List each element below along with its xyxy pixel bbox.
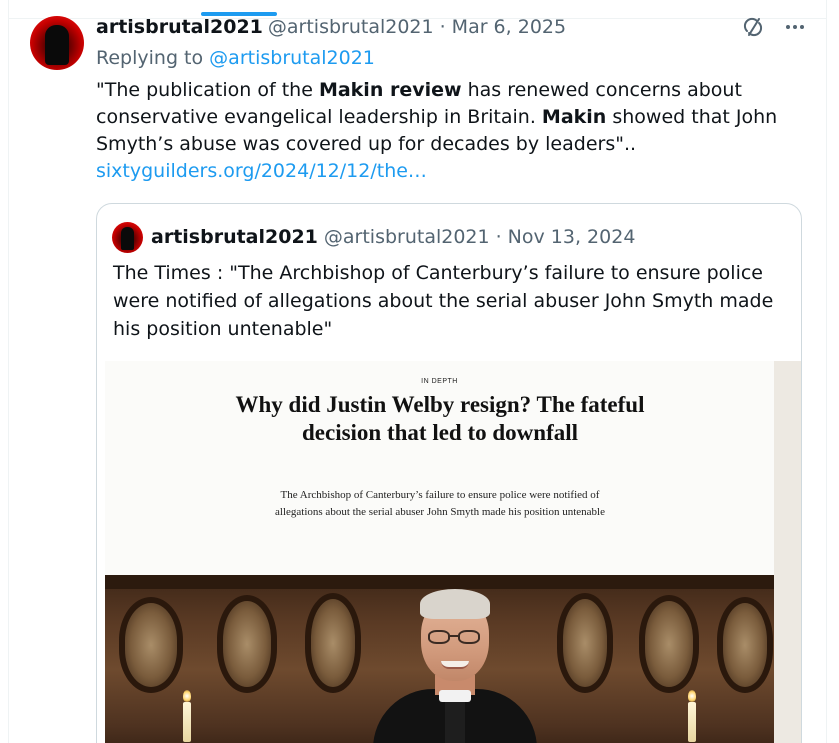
article-kicker: IN DEPTH	[421, 378, 458, 385]
clerical-collar	[439, 690, 471, 702]
more-icon[interactable]	[782, 14, 808, 40]
glasses	[458, 630, 480, 644]
separator-dot: ·	[439, 16, 446, 38]
quote-avatar-figure	[121, 227, 134, 250]
quote-header: artisbrutal2021 @artisbrutal2021 · Nov 1…	[151, 224, 635, 250]
hair	[420, 589, 490, 619]
archbishop-portrait	[353, 575, 553, 743]
window-arch	[119, 597, 183, 693]
quote-tweet-card[interactable]: artisbrutal2021 @artisbrutal2021 · Nov 1…	[96, 203, 802, 743]
candle	[688, 702, 696, 742]
article-image-margin	[774, 361, 801, 743]
glasses	[428, 630, 450, 644]
avatar[interactable]	[30, 16, 84, 70]
glasses-bridge	[450, 635, 458, 637]
tweet-text-bold: Makin	[541, 106, 607, 128]
quote-display-name: artisbrutal2021	[151, 226, 318, 248]
quote-date: Nov 13, 2024	[507, 226, 636, 248]
window-arch	[217, 595, 277, 693]
timeline-left-border	[8, 0, 9, 743]
quote-avatar	[112, 222, 143, 253]
tweet-text-part: "The publication of the	[96, 79, 319, 101]
quote-handle: @artisbrutal2021	[323, 226, 490, 248]
quote-text: The Times : "The Archbishop of Canterbur…	[113, 262, 774, 340]
user-handle[interactable]: @artisbrutal2021	[268, 16, 434, 38]
timeline-right-border	[826, 0, 827, 743]
candle-flame	[183, 690, 191, 702]
replying-prefix: Replying to	[96, 47, 204, 69]
replying-to-handle[interactable]: @artisbrutal2021	[209, 47, 375, 69]
smile	[441, 661, 469, 669]
tweet-text-bold: Makin review	[318, 79, 462, 101]
tweet-header: artisbrutal2021 @artisbrutal2021 · Mar 6…	[96, 14, 566, 40]
article-photo	[105, 575, 774, 743]
window-arch	[557, 593, 613, 693]
window-arch	[639, 595, 699, 693]
tweet-text: "The publication of the Makin review has…	[96, 77, 796, 158]
article-headline: Why did Justin Welby resign? The fateful…	[235, 392, 645, 445]
display-name[interactable]: artisbrutal2021	[96, 16, 263, 38]
avatar-figure	[45, 25, 69, 65]
window-arch	[717, 597, 773, 693]
quote-separator-dot: ·	[495, 226, 502, 248]
article-image[interactable]: IN DEPTH Why did Justin Welby resign? Th…	[105, 361, 774, 743]
cassock-front	[445, 702, 465, 743]
replying-to: Replying to @artisbrutal2021	[96, 47, 375, 69]
candle-flame	[688, 690, 696, 702]
grok-icon[interactable]	[740, 14, 766, 40]
tweet-date[interactable]: Mar 6, 2025	[452, 16, 566, 38]
tweet-actions	[740, 14, 808, 40]
tweet-link[interactable]: sixtyguilders.org/2024/12/12/the…	[96, 158, 427, 185]
article-standfirst: The Archbishop of Canterbury’s failure t…	[275, 489, 605, 518]
candle	[183, 702, 191, 742]
